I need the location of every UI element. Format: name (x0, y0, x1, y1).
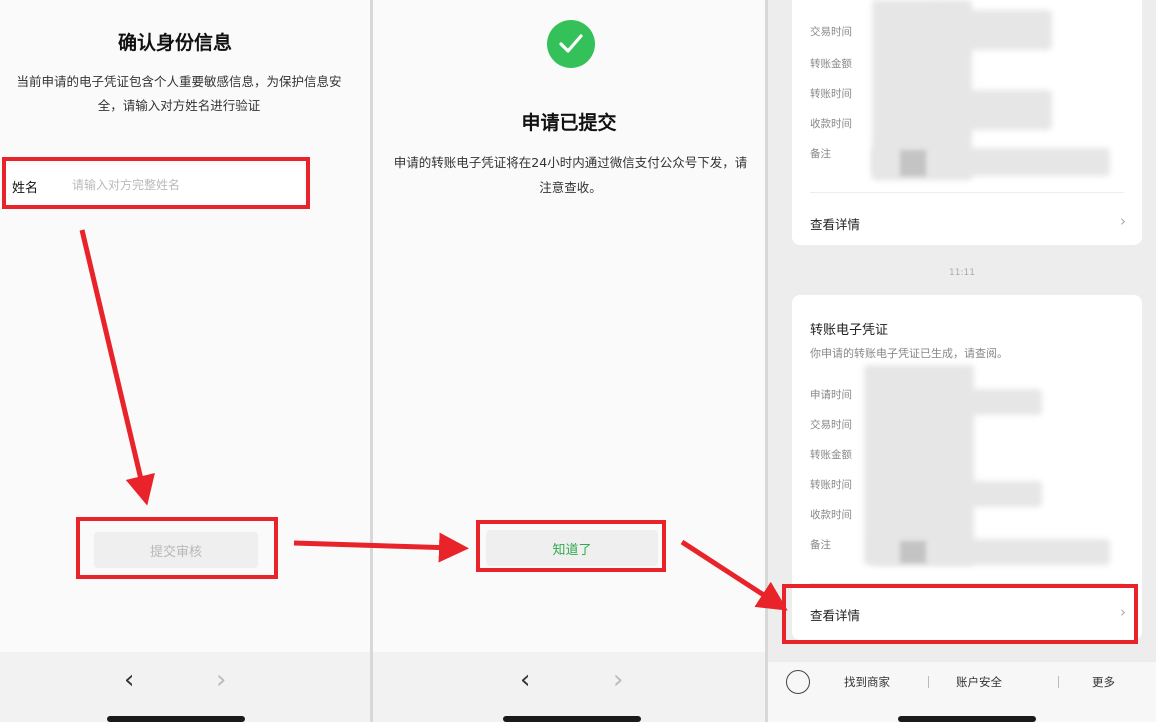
arrow-right (293, 532, 469, 563)
annotation-arrows (79, 229, 788, 611)
arrow-down (79, 229, 155, 506)
arrow-down-right (680, 539, 788, 611)
tutorial-stage: 确认身份信息 当前申请的电子凭证包含个人重要敏感信息，为保护信息安全，请输入对方… (0, 0, 1156, 722)
